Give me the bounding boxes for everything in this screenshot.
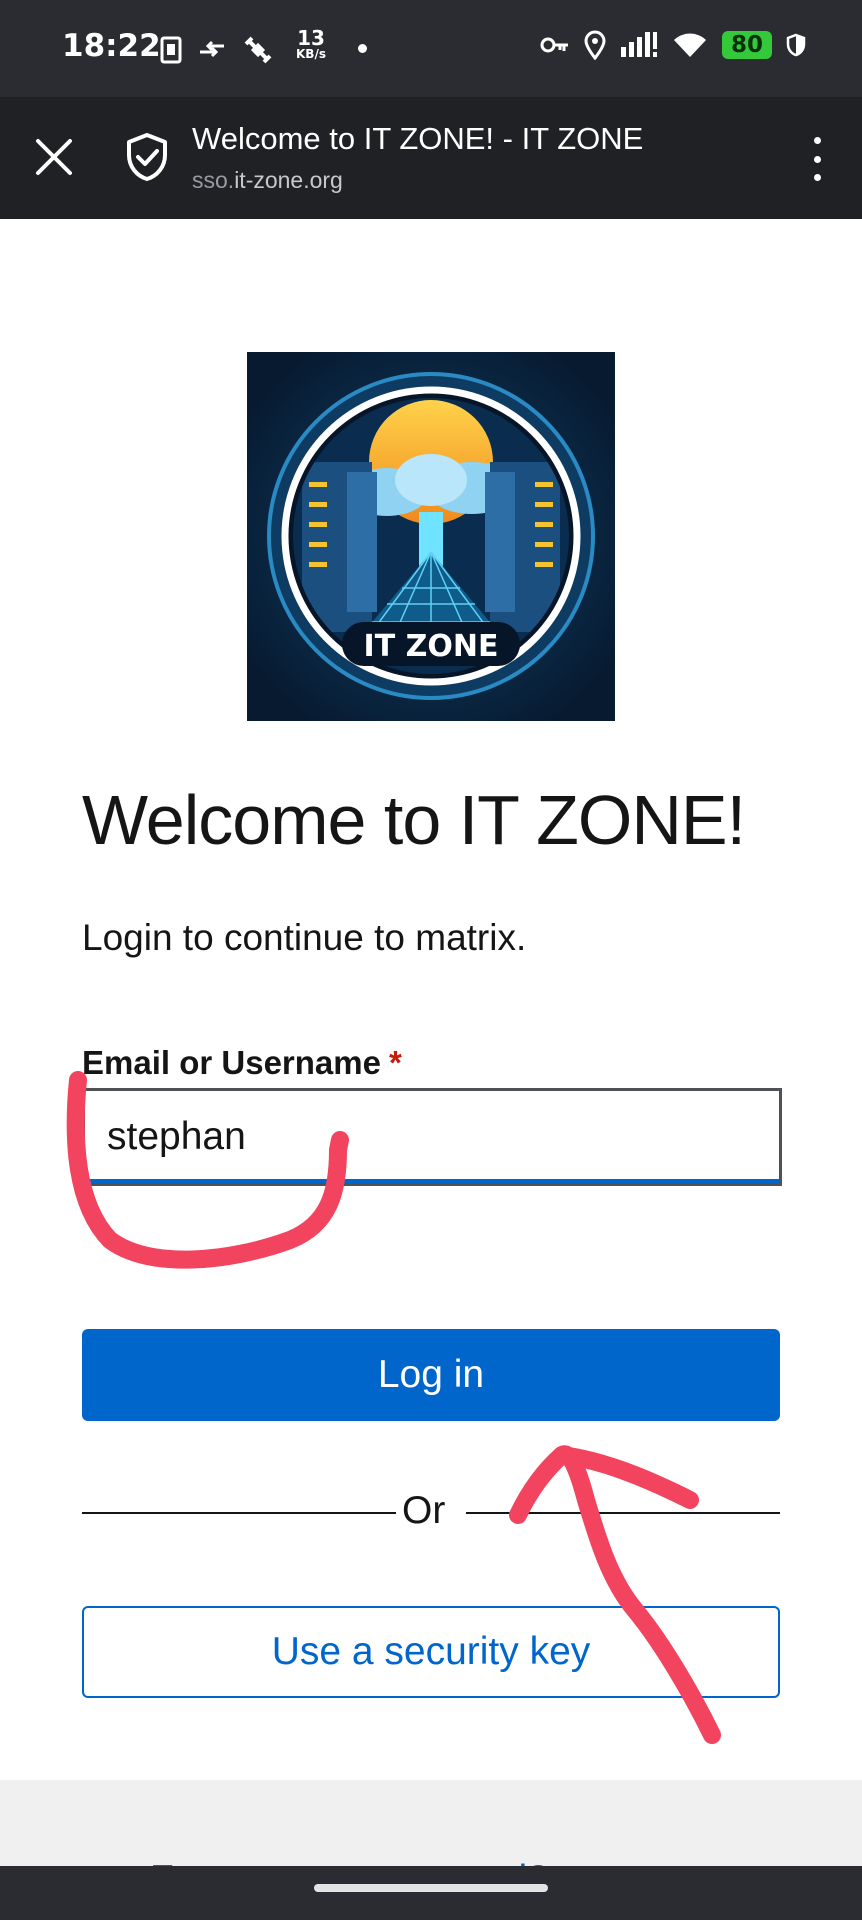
home-gesture-bar[interactable] xyxy=(314,1884,548,1892)
more-options-icon[interactable] xyxy=(802,137,832,181)
security-key-button[interactable]: Use a security key xyxy=(82,1606,780,1698)
status-bar: 18:22 13 KB/s 80 xyxy=(0,0,862,97)
username-value[interactable]: stephan xyxy=(107,1115,246,1159)
notification-dot xyxy=(358,44,367,53)
logo-text: IT ZONE xyxy=(364,629,499,664)
network-speed: 13 KB/s xyxy=(296,26,326,61)
vpn-key-icon xyxy=(540,37,568,53)
signal-icon xyxy=(621,32,657,57)
username-label: Email or Username * xyxy=(82,1044,402,1081)
page-url: sso.it-zone.org xyxy=(192,167,343,194)
sim-card-icon xyxy=(160,36,182,64)
wifi-icon xyxy=(674,33,706,57)
url-subdomain: sso. xyxy=(192,167,235,193)
it-zone-logo: IT ZONE xyxy=(247,352,615,721)
location-icon xyxy=(584,30,606,60)
navigation-bar xyxy=(0,1866,862,1920)
username-input[interactable]: stephan xyxy=(82,1088,782,1186)
shield-icon xyxy=(786,33,806,57)
divider-line-left xyxy=(82,1512,396,1514)
battery-icon: 80 xyxy=(722,31,772,59)
page-title: Welcome to IT ZONE! - IT ZONE xyxy=(192,121,644,156)
divider-line-right xyxy=(466,1512,780,1514)
login-subtitle: Login to continue to matrix. xyxy=(82,917,527,958)
secure-connection-icon[interactable] xyxy=(124,132,170,182)
close-icon[interactable] xyxy=(30,133,78,181)
footer: Forgot your password? xyxy=(0,1780,862,1866)
forgot-password-link[interactable]: Forgot your password? xyxy=(150,1858,549,1866)
divider-or: Or xyxy=(402,1489,446,1532)
url-domain: it-zone.org xyxy=(234,167,343,193)
required-asterisk: * xyxy=(388,1044,402,1081)
welcome-heading: Welcome to IT ZONE! xyxy=(82,781,746,859)
login-button[interactable]: Log in xyxy=(82,1329,780,1421)
browser-app-bar: Welcome to IT ZONE! - IT ZONE sso.it-zon… xyxy=(0,97,862,219)
satellite-icon xyxy=(244,36,272,64)
data-transfer-icon xyxy=(200,40,224,58)
status-time: 18:22 xyxy=(62,28,161,64)
